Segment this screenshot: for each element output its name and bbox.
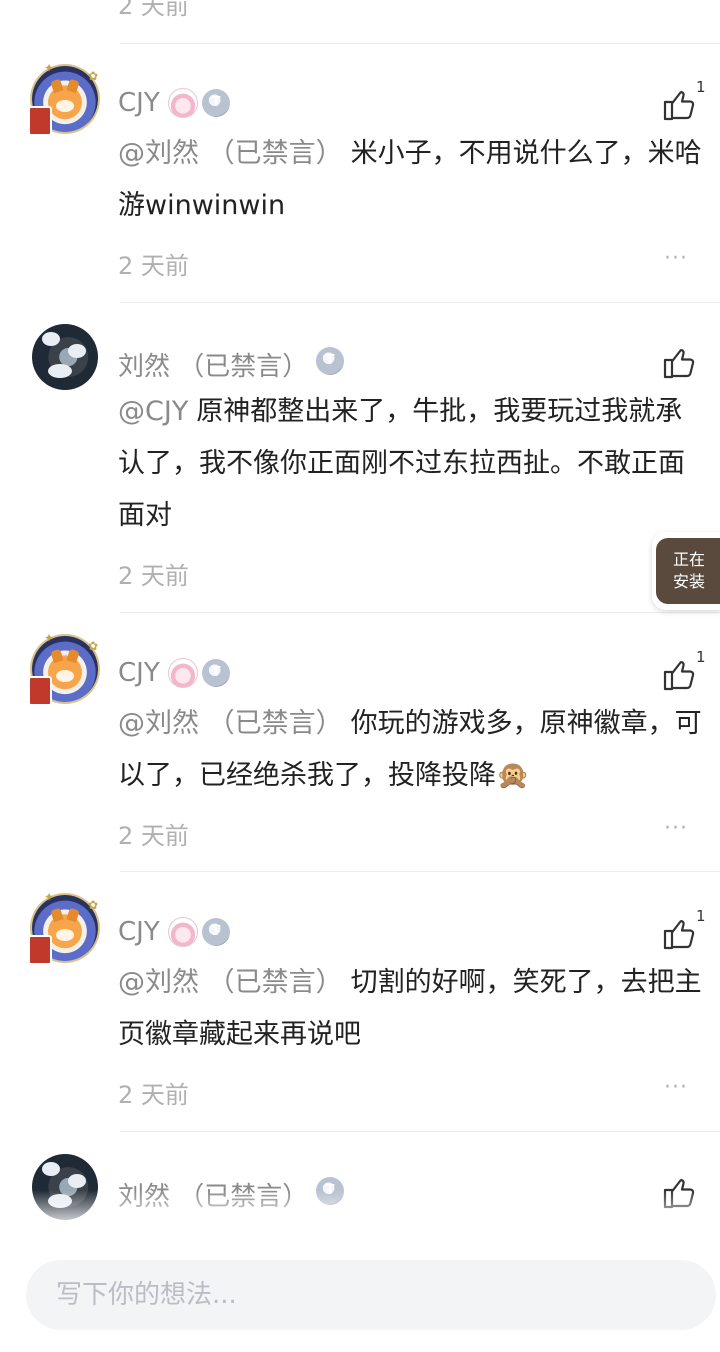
install-label-line2: 安装 — [672, 572, 705, 591]
username[interactable]: CJY — [118, 917, 160, 947]
more-options-button[interactable]: ··· — [664, 1075, 688, 1100]
divider — [120, 612, 720, 613]
medal-icon — [28, 676, 52, 706]
like-button[interactable] — [662, 658, 696, 692]
comment-text: @刘然 （已禁言） 米小子，不用说什么了，米哈游winwinwin — [118, 128, 703, 232]
divider — [120, 43, 720, 44]
time-label: 2 天前 — [118, 562, 189, 590]
star-icon: ✦ — [44, 890, 55, 904]
username[interactable]: CJY — [118, 658, 160, 688]
comment-thread: 2 天前 ··· ✦ ✿ CJY T 1 @刘然 （已禁言）米小子，不用说什么了… — [0, 0, 720, 1352]
mention-link[interactable]: @刘然 （已禁言） — [118, 138, 343, 169]
time-label: 2 天前 — [118, 1081, 189, 1109]
mention-link[interactable]: @刘然 （已禁言） — [118, 967, 343, 998]
level-badge-icon: T — [316, 347, 344, 375]
comment-body: 原神都整出来了，牛批，我要玩过我就承认了，我不像你正面刚不过东拉西扯。不敢正面面… — [118, 396, 685, 531]
more-options-button[interactable]: ··· — [664, 0, 688, 11]
flower-icon: ✿ — [88, 69, 99, 83]
level-badge-icon: T — [202, 89, 230, 117]
like-button[interactable] — [662, 88, 696, 122]
username[interactable]: CJY — [118, 88, 160, 118]
username[interactable]: 刘然 （已禁言） — [118, 346, 308, 383]
divider — [120, 302, 720, 303]
like-count: 1 — [696, 648, 706, 666]
avatar-frame-icon — [168, 88, 198, 118]
time-label: 2 天前 — [118, 252, 189, 280]
avatar[interactable] — [32, 324, 98, 390]
avatar-frame-icon — [168, 917, 198, 947]
comment-text: @刘然 （已禁言） 你玩的游戏多，原神徽章，可以了，已经绝杀我了，投降投降🙊 — [118, 698, 703, 802]
user-badges: T — [168, 88, 230, 118]
comment-text: @刘然 （已禁言） 切割的好啊，笑死了，去把主页徽章藏起来再说吧 — [118, 957, 703, 1061]
user-badges: T — [316, 346, 344, 376]
star-icon: ✦ — [44, 61, 55, 75]
divider — [120, 871, 720, 872]
install-label-line1: 正在 — [672, 550, 705, 569]
reply-bar — [0, 1234, 720, 1352]
medal-icon — [28, 935, 52, 965]
more-options-button[interactable]: ··· — [664, 246, 688, 271]
mention-link[interactable]: @CJY — [118, 396, 188, 427]
reply-input[interactable] — [26, 1260, 716, 1330]
flower-icon: ✿ — [88, 639, 99, 653]
divider — [120, 1131, 720, 1132]
star-icon: ✦ — [44, 631, 55, 645]
comment-text: @CJY 原神都整出来了，牛批，我要玩过我就承认了，我不像你正面刚不过东拉西扯。不… — [118, 386, 703, 542]
install-progress-widget[interactable]: 正在 安装 — [652, 532, 720, 610]
time-label: 2 天前 — [118, 0, 189, 20]
medal-icon — [28, 106, 52, 136]
user-badges: T — [168, 658, 230, 688]
like-count: 1 — [696, 907, 706, 925]
user-badges: T — [168, 917, 230, 947]
like-button[interactable] — [662, 917, 696, 951]
like-count: 1 — [696, 78, 706, 96]
more-options-button[interactable]: ··· — [664, 816, 688, 841]
like-button[interactable] — [662, 346, 696, 380]
time-label: 2 天前 — [118, 822, 189, 850]
avatar-frame-icon — [168, 658, 198, 688]
mention-link[interactable]: @刘然 （已禁言） — [118, 708, 343, 739]
level-badge-icon: T — [202, 918, 230, 946]
level-badge-icon: T — [202, 659, 230, 687]
flower-icon: ✿ — [88, 898, 99, 912]
